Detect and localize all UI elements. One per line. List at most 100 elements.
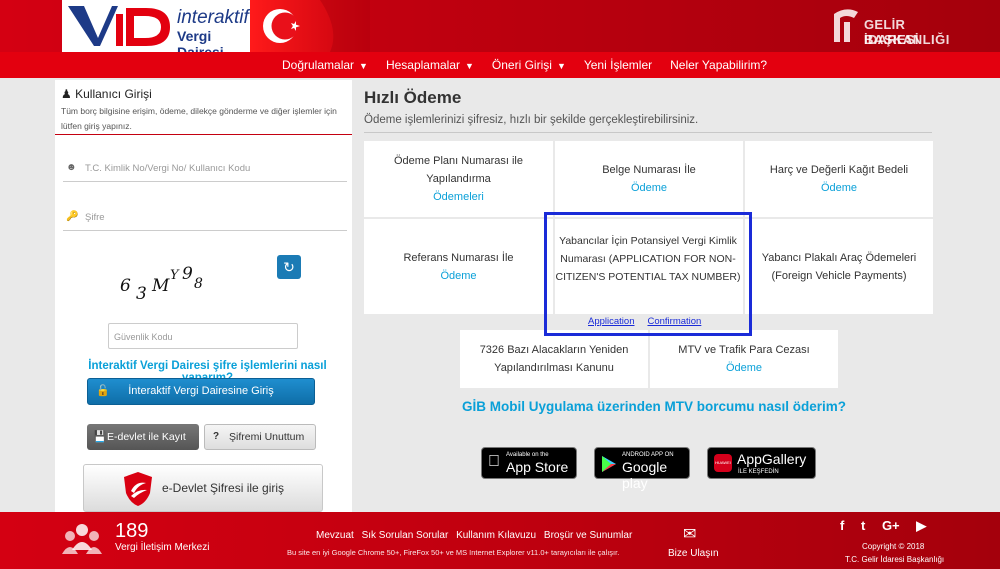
user-icon: ♟ xyxy=(61,87,72,101)
card-payment-plan[interactable]: Ödeme Planı Numarası ile Yapılandırma Öd… xyxy=(364,141,553,217)
nav-neler-yapabilirim[interactable]: Neler Yapabilirim? xyxy=(670,58,767,72)
refresh-captcha-button[interactable]: ↻ xyxy=(277,255,301,279)
card-document-number[interactable]: Belge Numarası İle Ödeme xyxy=(555,141,743,217)
app-gallery-big: AppGallery xyxy=(737,451,807,467)
login-button[interactable]: 🔓 İnteraktif Vergi Dairesine Giriş xyxy=(87,378,315,405)
envelope-icon[interactable]: ✉ xyxy=(683,524,696,544)
logo-line-1: interaktif xyxy=(177,7,249,28)
login-button-label: İnteraktif Vergi Dairesine Giriş xyxy=(128,385,274,397)
quick-pay-subtitle: Ödeme işlemlerinizi şifresiz, hızlı bir … xyxy=(364,114,699,126)
apple-icon:  xyxy=(488,453,500,471)
browser-note: Bu site en iyi Google Chrome 50+, FireFo… xyxy=(287,548,620,557)
nav-label: Neler Yapabilirim? xyxy=(670,58,768,72)
login-title-text: Kullanıcı Girişi xyxy=(75,87,152,101)
divider xyxy=(55,134,352,135)
twitter-icon[interactable]: t xyxy=(861,518,865,533)
caret-down-icon: ▼ xyxy=(556,61,566,71)
nav-label: Öneri Girişi xyxy=(491,58,552,72)
footer-link-mevzuat[interactable]: Mevzuat xyxy=(316,530,354,541)
google-play-small: ANDROID APP ON xyxy=(622,452,674,458)
facebook-icon[interactable]: f xyxy=(840,518,844,533)
login-panel: ♟ Kullanıcı Girişi Tüm borç bilgisine er… xyxy=(55,80,352,512)
card-text: Referans Numarası İle xyxy=(403,251,514,264)
captcha-char: 8 xyxy=(194,276,203,292)
turkish-flag-banner xyxy=(250,0,370,52)
card-fees[interactable]: Harç ve Değerli Kağıt Bedeli Ödeme xyxy=(745,141,933,217)
refresh-icon: ↻ xyxy=(283,259,295,275)
nav-dogrulamalar[interactable]: Doğrulamalar ▼ xyxy=(282,58,368,72)
captcha-char: 9 xyxy=(182,264,193,284)
password-placeholder: Şifre xyxy=(85,212,105,223)
card-link[interactable]: Ödeme xyxy=(631,179,667,197)
footer-link-faq[interactable]: Sık Sorulan Sorular xyxy=(362,530,449,541)
ivd-logo-mark-icon xyxy=(68,6,170,46)
footer-link-brochures[interactable]: Broşür ve Sunumlar xyxy=(544,530,632,541)
call-center-label: Vergi İletişim Merkezi xyxy=(115,542,210,553)
card-text: Belge Numarası İle xyxy=(602,164,696,176)
google-plus-icon[interactable]: G+ xyxy=(882,518,900,533)
site-footer: 189 Vergi İletişim Merkezi Mevzuat Sık S… xyxy=(0,512,1000,569)
security-code-input[interactable]: Güvenlik Kodu xyxy=(108,323,298,349)
contact-link[interactable]: Bize Ulaşın xyxy=(668,548,719,559)
copyright: Copyright © 2018 xyxy=(862,542,925,551)
forgot-password-button[interactable]: ? Şifremi Unuttum xyxy=(204,424,316,450)
username-placeholder: T.C. Kimlik No/Vergi No/ Kullanıcı Kodu xyxy=(85,163,251,174)
google-play-badge[interactable]: ANDROID APP ON Google play xyxy=(594,447,690,491)
nav-label: Yeni İşlemler xyxy=(583,58,653,72)
security-code-placeholder: Güvenlik Kodu xyxy=(114,332,173,342)
card-mtv-traffic[interactable]: MTV ve Trafik Para Cezası Ödeme xyxy=(650,330,838,388)
nav-hesaplamalar[interactable]: Hesaplamalar ▼ xyxy=(386,58,474,72)
youtube-icon[interactable]: ▶ xyxy=(916,518,926,533)
google-play-big: Google play xyxy=(622,459,668,491)
divider xyxy=(364,132,932,133)
card-reference-number[interactable]: Referans Numarası İle Ödeme xyxy=(364,219,553,314)
footer-link-guide[interactable]: Kullanım Kılavuzu xyxy=(456,530,536,541)
edevlet-shield-icon xyxy=(124,472,152,506)
nav-yeni-islemler[interactable]: Yeni İşlemler xyxy=(584,58,652,72)
google-play-icon xyxy=(602,456,616,472)
edevlet-register-button[interactable]: 💾 E-devlet ile Kayıt Ol xyxy=(87,424,199,469)
crescent-star-icon xyxy=(263,0,370,52)
main-nav: Doğrulamalar ▼ Hesaplamalar ▼ Öneri Girişi… xyxy=(0,52,1000,78)
captcha-char: Y xyxy=(170,268,179,283)
nav-label: Doğrulamalar xyxy=(282,58,355,72)
captcha-char: 6 xyxy=(120,276,131,296)
username-field[interactable]: ☻ T.C. Kimlik No/Vergi No/ Kullanıcı Kod… xyxy=(63,156,347,182)
password-field[interactable]: 🔑 Şifre xyxy=(63,205,347,231)
footer-links: Mevzuat Sık Sorulan Sorular Kullanım Kıl… xyxy=(316,530,637,541)
login-subtitle: Tüm borç bilgisine erişim, ödeme, dilekç… xyxy=(61,106,337,131)
social-links: f t G+ ▶ xyxy=(840,518,939,534)
huawei-icon: HUAWEI xyxy=(714,454,732,472)
app-store-big: App Store xyxy=(506,459,569,475)
ivd-logo[interactable]: interaktif Vergi Dairesi xyxy=(62,0,250,60)
nav-label: Hesaplamalar xyxy=(385,58,460,72)
app-gallery-small: İLE KEŞFEDİN xyxy=(738,469,779,475)
edevlet-login-button[interactable]: e-Devlet Şifresi ile giriş xyxy=(83,464,323,512)
card-link[interactable]: Ödeme xyxy=(821,179,857,197)
card-text: 7326 Bazı Alacakların Yeniden Yapılandır… xyxy=(479,344,629,374)
card-foreign-vehicle[interactable]: Yabancı Plakalı Araç Ödemeleri (Foreign … xyxy=(745,219,933,314)
card-link[interactable]: Ödemeleri xyxy=(433,188,484,206)
card-link[interactable]: Ödeme xyxy=(726,359,762,377)
card-text: MTV ve Trafik Para Cezası xyxy=(678,344,810,356)
quick-pay-title: Hızlı Ödeme xyxy=(364,88,462,107)
captcha-image: 6 3 M Y 9 8 xyxy=(120,264,220,304)
card-7326-law[interactable]: 7326 Bazı Alacakların Yeniden Yapılandır… xyxy=(460,330,648,388)
save-icon: 💾 xyxy=(93,431,107,443)
mobile-mtv-link[interactable]: GİB Mobil Uygulama üzerinden MTV borcumu… xyxy=(462,399,846,414)
app-store-badge[interactable]:  Available on the App Store xyxy=(481,447,577,479)
card-text: Yabancı Plakalı Araç Ödemeleri (Foreign … xyxy=(761,251,917,282)
app-store-small: Available on the xyxy=(506,452,549,458)
app-gallery-badge[interactable]: HUAWEI AppGallery İLE KEŞFEDİN xyxy=(707,447,816,479)
user-icon: ☻ xyxy=(66,162,77,173)
gib-emblem-icon xyxy=(834,9,858,42)
question-icon: ? xyxy=(213,431,220,442)
nav-oneri-girisi[interactable]: Öneri Girişi ▼ xyxy=(492,58,566,72)
card-link[interactable]: Ödeme xyxy=(440,267,476,285)
unlock-icon: 🔓 xyxy=(96,385,110,397)
gib-logo[interactable]: GELİR İDARESİ BAŞKANLIĞI xyxy=(830,6,960,47)
card-text: Harç ve Değerli Kağıt Bedeli xyxy=(769,164,909,176)
focus-highlight-box xyxy=(544,212,752,336)
call-center-number[interactable]: 189 xyxy=(115,520,148,543)
gib-line-2: BAŞKANLIĞI xyxy=(864,32,950,47)
